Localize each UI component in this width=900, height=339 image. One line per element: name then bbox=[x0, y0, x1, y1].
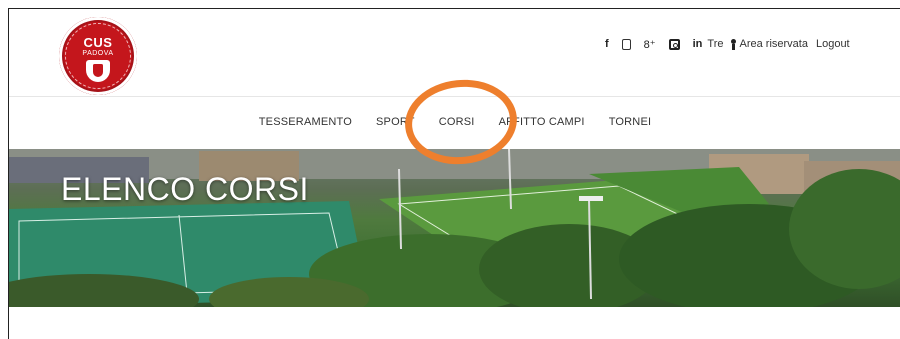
logo-title: CUS bbox=[83, 35, 113, 50]
user-icon bbox=[731, 38, 737, 50]
content-area bbox=[9, 307, 900, 339]
logout-link[interactable]: Logout bbox=[816, 38, 850, 50]
hero-banner: ELENCO CORSI bbox=[9, 149, 900, 307]
extra-text[interactable]: Tre bbox=[707, 38, 723, 50]
reserved-area-link[interactable]: Area riservata bbox=[739, 38, 807, 50]
social-bar: f 8⁺ in Tre Area riservata Logout bbox=[605, 34, 850, 54]
logo-subtitle: PADOVA bbox=[82, 50, 114, 57]
youtube-icon[interactable] bbox=[621, 38, 631, 50]
instagram-icon[interactable] bbox=[668, 38, 680, 50]
browser-page: CUS PADOVA f 8⁺ in Tre Area riservata Lo… bbox=[8, 8, 900, 339]
cus-padova-logo[interactable]: CUS PADOVA bbox=[59, 17, 137, 95]
nav-item-tornei[interactable]: TORNEI bbox=[609, 116, 652, 128]
nav-item-tesseramento[interactable]: TESSERAMENTO bbox=[259, 116, 352, 128]
facebook-icon[interactable]: f bbox=[605, 38, 609, 50]
hero-title: ELENCO CORSI bbox=[61, 171, 309, 207]
google-plus-icon[interactable]: 8⁺ bbox=[644, 38, 656, 51]
linkedin-icon[interactable]: in bbox=[693, 38, 703, 50]
